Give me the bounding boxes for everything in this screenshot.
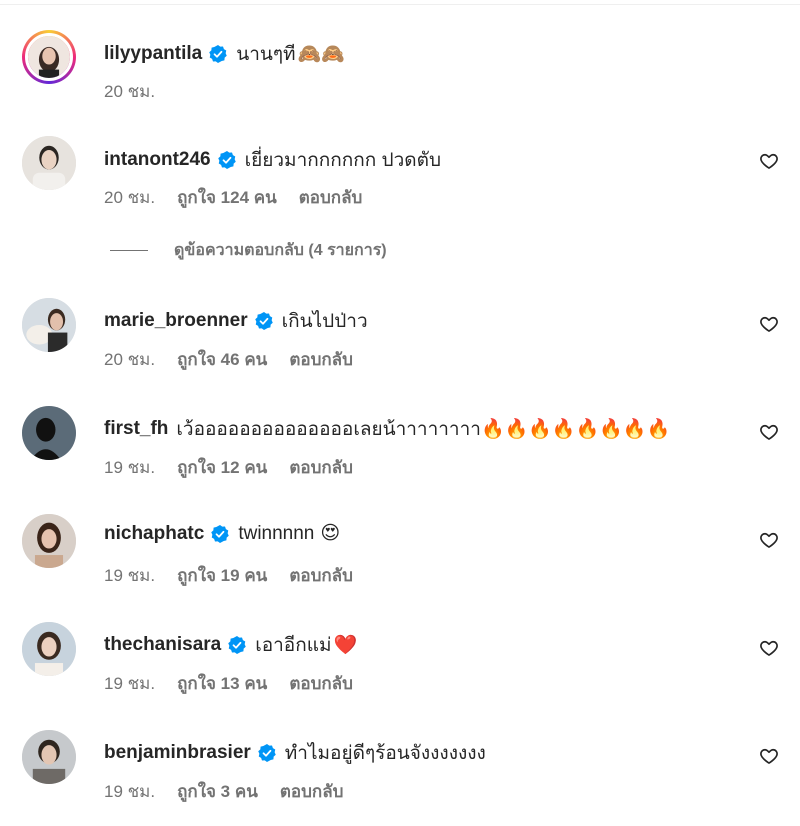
likes-count[interactable]: ถูกใจ 19 คน [177, 562, 267, 589]
replies-divider [110, 250, 148, 251]
comment-text: เว้ออออออออออออออเลยน้าาาาาาาา [176, 419, 481, 440]
reply-button[interactable]: ตอบกลับ [289, 670, 353, 697]
comment-text: เอาอีกแม่ [255, 635, 332, 656]
timestamp[interactable]: 20 ชม. [104, 184, 155, 211]
avatar[interactable] [22, 730, 76, 784]
comment-item: benjaminbrasier ทำไมอยู่ดีๆร้อนจังงงงงงง… [0, 728, 800, 808]
emoji: ❤️ [333, 635, 358, 656]
heart-icon[interactable] [759, 638, 779, 658]
username[interactable]: first_fh [104, 418, 168, 440]
comment-item: nichaphatc twinnnnn 😍 19 ชม. ถูกใจ 19 คน… [0, 512, 800, 592]
heart-icon[interactable] [759, 530, 779, 550]
heart-icon[interactable] [759, 422, 779, 442]
avatar[interactable] [22, 406, 76, 460]
emoji: 😍 [320, 523, 341, 544]
username[interactable]: marie_broenner [104, 310, 248, 332]
comment-item: marie_broenner เกินไปป่าว 20 ชม. ถูกใจ 4… [0, 296, 800, 376]
timestamp[interactable]: 19 ชม. [104, 562, 155, 589]
timestamp[interactable]: 19 ชม. [104, 778, 155, 805]
verified-badge-icon [211, 524, 230, 543]
reply-button[interactable]: ตอบกลับ [280, 778, 344, 805]
avatar[interactable] [22, 514, 76, 568]
reply-button[interactable]: ตอบกลับ [289, 454, 353, 481]
reply-button[interactable]: ตอบกลับ [299, 184, 363, 211]
heart-icon[interactable] [759, 151, 779, 171]
heart-icon[interactable] [759, 746, 779, 766]
username[interactable]: benjaminbrasier [104, 742, 251, 764]
username[interactable]: thechanisara [104, 634, 221, 656]
comment-text: เยี่ยวมากกกกกก ปวดตับ [244, 150, 442, 171]
verified-badge-icon [217, 151, 236, 169]
likes-count[interactable]: ถูกใจ 13 คน [177, 670, 267, 697]
comment-item: intanont246 เยี่ยวมากกกกกก ปวดตับ 20 ชม.… [0, 134, 800, 214]
view-replies-button[interactable]: ดูข้อความตอบกลับ (4 รายการ) [110, 238, 387, 263]
reply-button[interactable]: ตอบกลับ [289, 346, 353, 373]
comment-text: twinnnnn [238, 522, 315, 544]
comment-text: เกินไปป่าว [281, 311, 368, 332]
reply-button[interactable]: ตอบกลับ [289, 562, 353, 589]
verified-badge-icon [228, 636, 246, 654]
timestamp[interactable]: 20 ชม. [104, 346, 155, 373]
likes-count[interactable]: ถูกใจ 46 คน [177, 346, 267, 373]
verified-badge-icon [258, 744, 276, 762]
comment-item: lilyypantila นานๆที 🙈🙈 20 ชม. [0, 26, 800, 106]
timestamp[interactable]: 20 ชม. [104, 78, 155, 105]
comment-item: thechanisara เอาอีกแม่ ❤️ 19 ชม. ถูกใจ 1… [0, 620, 800, 700]
timestamp[interactable]: 19 ชม. [104, 454, 155, 481]
emoji: 🙈🙈 [297, 44, 345, 65]
emoji: 🔥🔥🔥🔥🔥🔥🔥🔥 [480, 419, 671, 440]
likes-count[interactable]: ถูกใจ 3 คน [177, 778, 258, 805]
username[interactable]: nichaphatc [104, 523, 204, 545]
likes-count[interactable]: ถูกใจ 12 คน [177, 454, 267, 481]
username[interactable]: intanont246 [104, 149, 211, 171]
likes-count[interactable]: ถูกใจ 124 คน [177, 184, 277, 211]
comment-text: ทำไมอยู่ดีๆร้อนจังงงงงงง [284, 743, 486, 764]
verified-badge-icon [254, 312, 273, 330]
avatar[interactable] [22, 30, 76, 84]
comment-item: first_fh เว้ออออออออออออออเลยน้าาาาาาาา … [0, 404, 800, 484]
comment-text: นานๆที [236, 44, 296, 65]
heart-icon[interactable] [759, 314, 779, 334]
top-divider [0, 4, 800, 5]
view-replies-label: ดูข้อความตอบกลับ (4 รายการ) [174, 242, 387, 259]
verified-badge-icon [209, 45, 227, 63]
avatar[interactable] [22, 622, 76, 676]
timestamp[interactable]: 19 ชม. [104, 670, 155, 697]
avatar[interactable] [22, 298, 76, 352]
username[interactable]: lilyypantila [104, 43, 202, 65]
avatar[interactable] [22, 136, 76, 190]
